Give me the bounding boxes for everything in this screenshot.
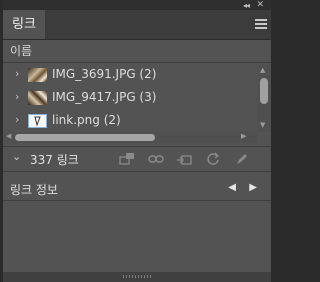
link-name: IMG_9417.JPG (3) (52, 90, 157, 104)
links-toolbar: ⌄ 337 링크 (3, 146, 271, 172)
name-column-header[interactable]: 이름 (3, 40, 271, 63)
scroll-down-icon[interactable]: ▼ (260, 121, 265, 129)
list-item[interactable]: › IMG_3691.JPG (2) (3, 64, 257, 86)
links-list: › IMG_3691.JPG (2) › IMG_9417.JPG (3) › … (3, 64, 257, 132)
resize-grip-icon[interactable] (123, 275, 151, 278)
edit-original-icon[interactable] (235, 152, 249, 166)
update-link-icon[interactable] (206, 152, 220, 166)
link-count: 337 링크 (30, 153, 79, 167)
panel-menu-icon[interactable] (255, 19, 267, 29)
photo-thumbnail-icon (28, 68, 47, 82)
link-name: IMG_3691.JPG (2) (52, 67, 157, 81)
relink-icon[interactable] (148, 152, 164, 166)
link-info-section[interactable]: 링크 정보 ◀ ▶ (3, 178, 271, 201)
list-item[interactable]: › IMG_9417.JPG (3) (3, 87, 257, 109)
previous-link-icon[interactable]: ◀ (228, 182, 236, 193)
scroll-left-icon[interactable]: ◀ (6, 132, 11, 140)
horizontal-scrollbar[interactable]: ◀ ▶ (3, 132, 257, 143)
go-to-link-icon[interactable] (176, 152, 192, 166)
link-name: link.png (2) (52, 113, 121, 127)
panel-tab-bar: 링크 (3, 10, 271, 40)
photo-thumbnail-icon (28, 91, 47, 105)
link-info-label: 링크 정보 (10, 183, 58, 197)
vertical-scrollbar[interactable]: ▲ ▼ (257, 64, 271, 132)
relink-from-cc-library-icon[interactable] (119, 152, 134, 166)
scroll-up-icon[interactable]: ▲ (260, 66, 265, 74)
close-icon[interactable]: ✕ (256, 0, 264, 10)
panel-resize-bar[interactable] (3, 272, 271, 282)
next-link-icon[interactable]: ▶ (249, 182, 257, 193)
collapse-icon[interactable]: ◂◂ (243, 1, 250, 10)
expand-arrow-icon[interactable]: › (15, 67, 19, 80)
expand-arrow-icon[interactable]: › (15, 90, 19, 103)
vertical-scroll-thumb[interactable] (260, 78, 268, 104)
list-item[interactable]: › link.png (2) (3, 110, 257, 132)
horizontal-scroll-thumb[interactable] (15, 134, 155, 141)
show-info-chevron-icon[interactable]: ⌄ (12, 150, 21, 163)
scroll-right-icon[interactable]: ▶ (241, 132, 246, 140)
panel-top-strip: ◂◂ ✕ (3, 0, 271, 10)
tab-links[interactable]: 링크 (3, 10, 45, 39)
png-file-thumbnail-icon (28, 114, 47, 128)
links-panel: ◂◂ ✕ 링크 이름 › IMG_3691.JPG (2) › IMG_9417… (3, 0, 271, 282)
expand-arrow-icon[interactable]: › (15, 113, 19, 126)
